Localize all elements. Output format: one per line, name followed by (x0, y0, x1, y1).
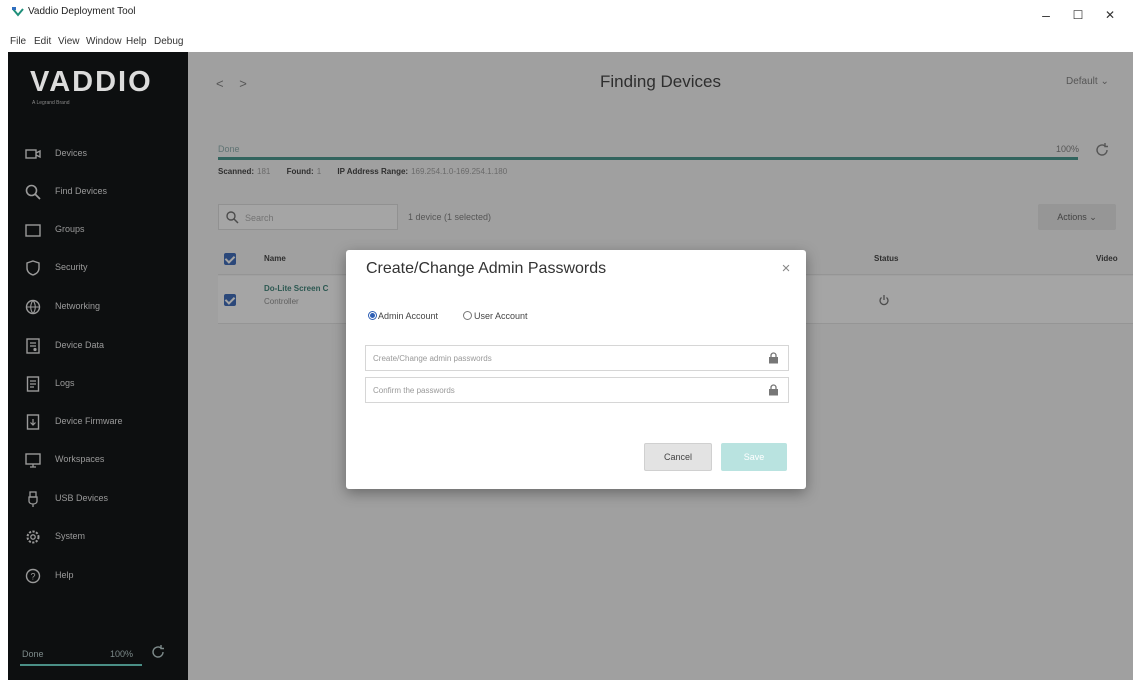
device-data-icon (26, 338, 40, 354)
sidebar-item-label: Help (55, 570, 74, 580)
maximize-button[interactable]: ☐ (1068, 7, 1088, 23)
menu-window[interactable]: Window (86, 36, 122, 47)
user-account-label[interactable]: User Account (474, 311, 528, 321)
sidebar-item-security[interactable]: Security (8, 254, 188, 284)
sidebar-item-label: Find Devices (55, 186, 108, 196)
admin-account-radio[interactable] (368, 311, 377, 320)
logo-tagline: A Legrand Brand (32, 100, 70, 106)
vaddio-logo: VADDIO (30, 66, 153, 98)
sidebar-item-label: Security (55, 262, 88, 272)
app-icon (12, 7, 24, 17)
sidebar-item-system[interactable]: System (8, 523, 188, 553)
shield-icon (26, 260, 40, 276)
globe-icon (25, 299, 41, 315)
minimize-button[interactable]: – (1036, 7, 1056, 23)
gear-icon (26, 530, 40, 544)
menu-debug[interactable]: Debug (154, 36, 183, 47)
sidebar-item-label: Logs (55, 378, 75, 388)
confirm-password-field[interactable] (365, 377, 789, 403)
admin-password-field[interactable] (365, 345, 789, 371)
search-icon (25, 184, 41, 200)
help-icon: ? (25, 568, 41, 584)
sidebar-item-find-devices[interactable]: Find Devices (8, 178, 188, 208)
sidebar-item-label: Device Data (55, 340, 105, 350)
save-button[interactable]: Save (721, 443, 787, 471)
folder-icon (25, 224, 41, 237)
sidebar-item-label: Groups (55, 224, 85, 234)
sidebar-item-usb-devices[interactable]: USB Devices (8, 485, 188, 515)
menu-help[interactable]: Help (126, 36, 147, 47)
menu-edit[interactable]: Edit (34, 36, 51, 47)
sidebar-item-label: USB Devices (55, 493, 109, 503)
sidebar-item-groups[interactable]: Groups (8, 216, 188, 246)
monitor-icon (25, 453, 41, 468)
sidebar-item-networking[interactable]: Networking (8, 293, 188, 323)
admin-password-dialog: Create/Change Admin Passwords × Admin Ac… (346, 250, 806, 489)
user-account-radio[interactable] (463, 311, 472, 320)
camera-icon (25, 149, 41, 159)
menu-file[interactable]: File (10, 36, 26, 47)
sidebar-item-logs[interactable]: Logs (8, 370, 188, 400)
cancel-button[interactable]: Cancel (644, 443, 712, 471)
document-icon (26, 376, 40, 392)
menu-view[interactable]: View (58, 36, 80, 47)
lock-icon (769, 384, 778, 396)
admin-account-label[interactable]: Admin Account (378, 311, 438, 321)
usb-icon (28, 491, 38, 507)
sidebar-item-label: Workspaces (55, 454, 105, 464)
svg-text:?: ? (30, 572, 35, 582)
refresh-icon[interactable] (150, 644, 166, 660)
sidebar: VADDIO A Legrand Brand Devices Find Devi… (8, 52, 188, 680)
title-bar: Vaddio Deployment Tool – ☐ ✕ (0, 0, 1133, 34)
sidebar-item-device-firmware[interactable]: Device Firmware (8, 408, 188, 438)
sidebar-item-label: System (55, 531, 86, 541)
sidebar-progress-bar (20, 664, 142, 666)
sidebar-percent: 100% (110, 649, 134, 659)
dialog-title: Create/Change Admin Passwords (366, 260, 607, 277)
sidebar-item-device-data[interactable]: Device Data (8, 332, 188, 362)
menu-bar: File Edit View Window Help Debug (0, 34, 1133, 52)
admin-password-input[interactable] (367, 347, 752, 369)
lock-icon (769, 352, 778, 364)
sidebar-item-label: Device Firmware (55, 416, 123, 426)
sidebar-item-label: Devices (55, 148, 88, 158)
firmware-icon (26, 414, 40, 430)
sidebar-status: Done (22, 649, 44, 659)
sidebar-item-help[interactable]: ? Help (8, 562, 188, 592)
app-title: Vaddio Deployment Tool (28, 6, 136, 17)
sidebar-item-label: Networking (55, 301, 101, 311)
confirm-password-input[interactable] (367, 379, 752, 401)
sidebar-item-devices[interactable]: Devices (8, 140, 188, 170)
close-icon[interactable]: × (778, 260, 794, 277)
sidebar-item-workspaces[interactable]: Workspaces (8, 446, 188, 476)
close-button[interactable]: ✕ (1100, 7, 1120, 23)
